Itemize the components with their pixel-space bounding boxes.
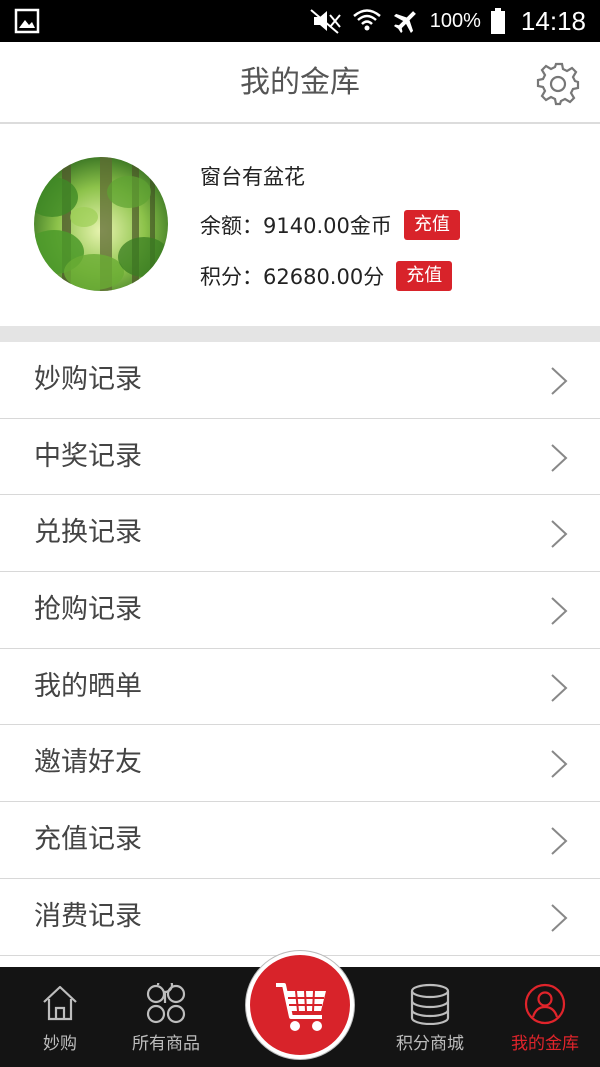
- chevron-right-icon: [551, 904, 568, 932]
- nav-item-points-mall[interactable]: 积分商城: [370, 967, 490, 1067]
- battery-icon: [490, 8, 505, 34]
- chevron-right-icon: [551, 827, 568, 855]
- gallery-notification-icon: [14, 8, 40, 34]
- menu-item-invite-friends[interactable]: 邀请好友: [0, 725, 600, 803]
- chevron-right-icon: [551, 443, 568, 472]
- grid-icon: [146, 983, 186, 1024]
- chevron-right-icon: [551, 597, 568, 625]
- chevron-right-icon: [551, 367, 568, 395]
- status-bar: 100% 14:18: [0, 0, 600, 42]
- nav-label: 所有商品: [132, 1034, 200, 1054]
- menu-item-label: 妙购记录: [34, 364, 142, 395]
- recharge-points-button[interactable]: 充值: [396, 261, 453, 291]
- battery-percent: 100%: [429, 9, 481, 32]
- points-row: 积分： 62680.00分 充值: [200, 261, 453, 291]
- menu-item-label: 充值记录: [34, 824, 142, 856]
- app-header: 我的金库: [0, 42, 600, 124]
- username: 窗台有盆花: [200, 165, 305, 189]
- nav-item-home[interactable]: 妙购: [0, 967, 120, 1067]
- menu-item-my-showcase[interactable]: 我的晒单: [0, 648, 600, 726]
- clock: 14:18: [520, 5, 586, 36]
- profile-card: 窗台有盆花 余额： 9140.00金币 充值 积分： 62680.00分 充值: [0, 126, 600, 326]
- menu-item-spending-records[interactable]: 消费记录: [0, 878, 600, 956]
- recharge-balance-button[interactable]: 充值: [403, 210, 460, 240]
- avatar[interactable]: [34, 157, 168, 291]
- mute-icon: [310, 9, 341, 34]
- cart-icon: [276, 983, 326, 1031]
- menu-item-label: 抢购记录: [34, 594, 142, 626]
- menu-item-flash-sale-records[interactable]: 抢购记录: [0, 572, 600, 649]
- menu-item-label: 邀请好友: [34, 747, 142, 779]
- nav-label: 我的金库: [511, 1034, 579, 1054]
- menu-list: 妙购记录 中奖记录 兑换记录 抢购记录 我的晒单 邀请好友 充值记录 消费记录: [0, 342, 600, 956]
- section-divider: [0, 326, 600, 342]
- menu-item-exchange-records[interactable]: 兑换记录: [0, 495, 600, 573]
- nav-item-my-vault[interactable]: 我的金库: [490, 967, 600, 1067]
- chevron-right-icon: [551, 674, 568, 702]
- menu-item-label: 我的晒单: [34, 670, 142, 702]
- chevron-right-icon: [551, 520, 568, 549]
- menu-item-recharge-records[interactable]: 充值记录: [0, 802, 600, 879]
- menu-item-shopping-records[interactable]: 妙购记录: [0, 342, 600, 419]
- balance-value: 9140.00金币: [263, 214, 392, 238]
- balance-label: 余额：: [200, 214, 263, 238]
- menu-item-label: 消费记录: [34, 900, 142, 932]
- page-title: 我的金库: [240, 65, 360, 100]
- menu-item-label: 中奖记录: [34, 440, 142, 472]
- chevron-right-icon: [551, 750, 568, 779]
- menu-item-label: 兑换记录: [34, 517, 142, 549]
- points-label: 积分：: [200, 265, 263, 289]
- cart-button[interactable]: [246, 951, 354, 1059]
- balance-row: 余额： 9140.00金币 充值: [200, 210, 460, 240]
- points-value: 62680.00分: [263, 265, 385, 289]
- settings-gear-icon[interactable]: [536, 62, 580, 106]
- nav-item-all-products[interactable]: 所有商品: [108, 967, 224, 1067]
- nav-label: 妙购: [43, 1034, 77, 1054]
- menu-item-winning-records[interactable]: 中奖记录: [0, 418, 600, 496]
- home-icon: [43, 985, 77, 1021]
- airplane-mode-icon: [393, 11, 416, 34]
- wifi-icon: [352, 9, 381, 31]
- user-icon: [524, 983, 566, 1025]
- coins-icon: [410, 983, 450, 1025]
- nav-label: 积分商城: [396, 1034, 464, 1054]
